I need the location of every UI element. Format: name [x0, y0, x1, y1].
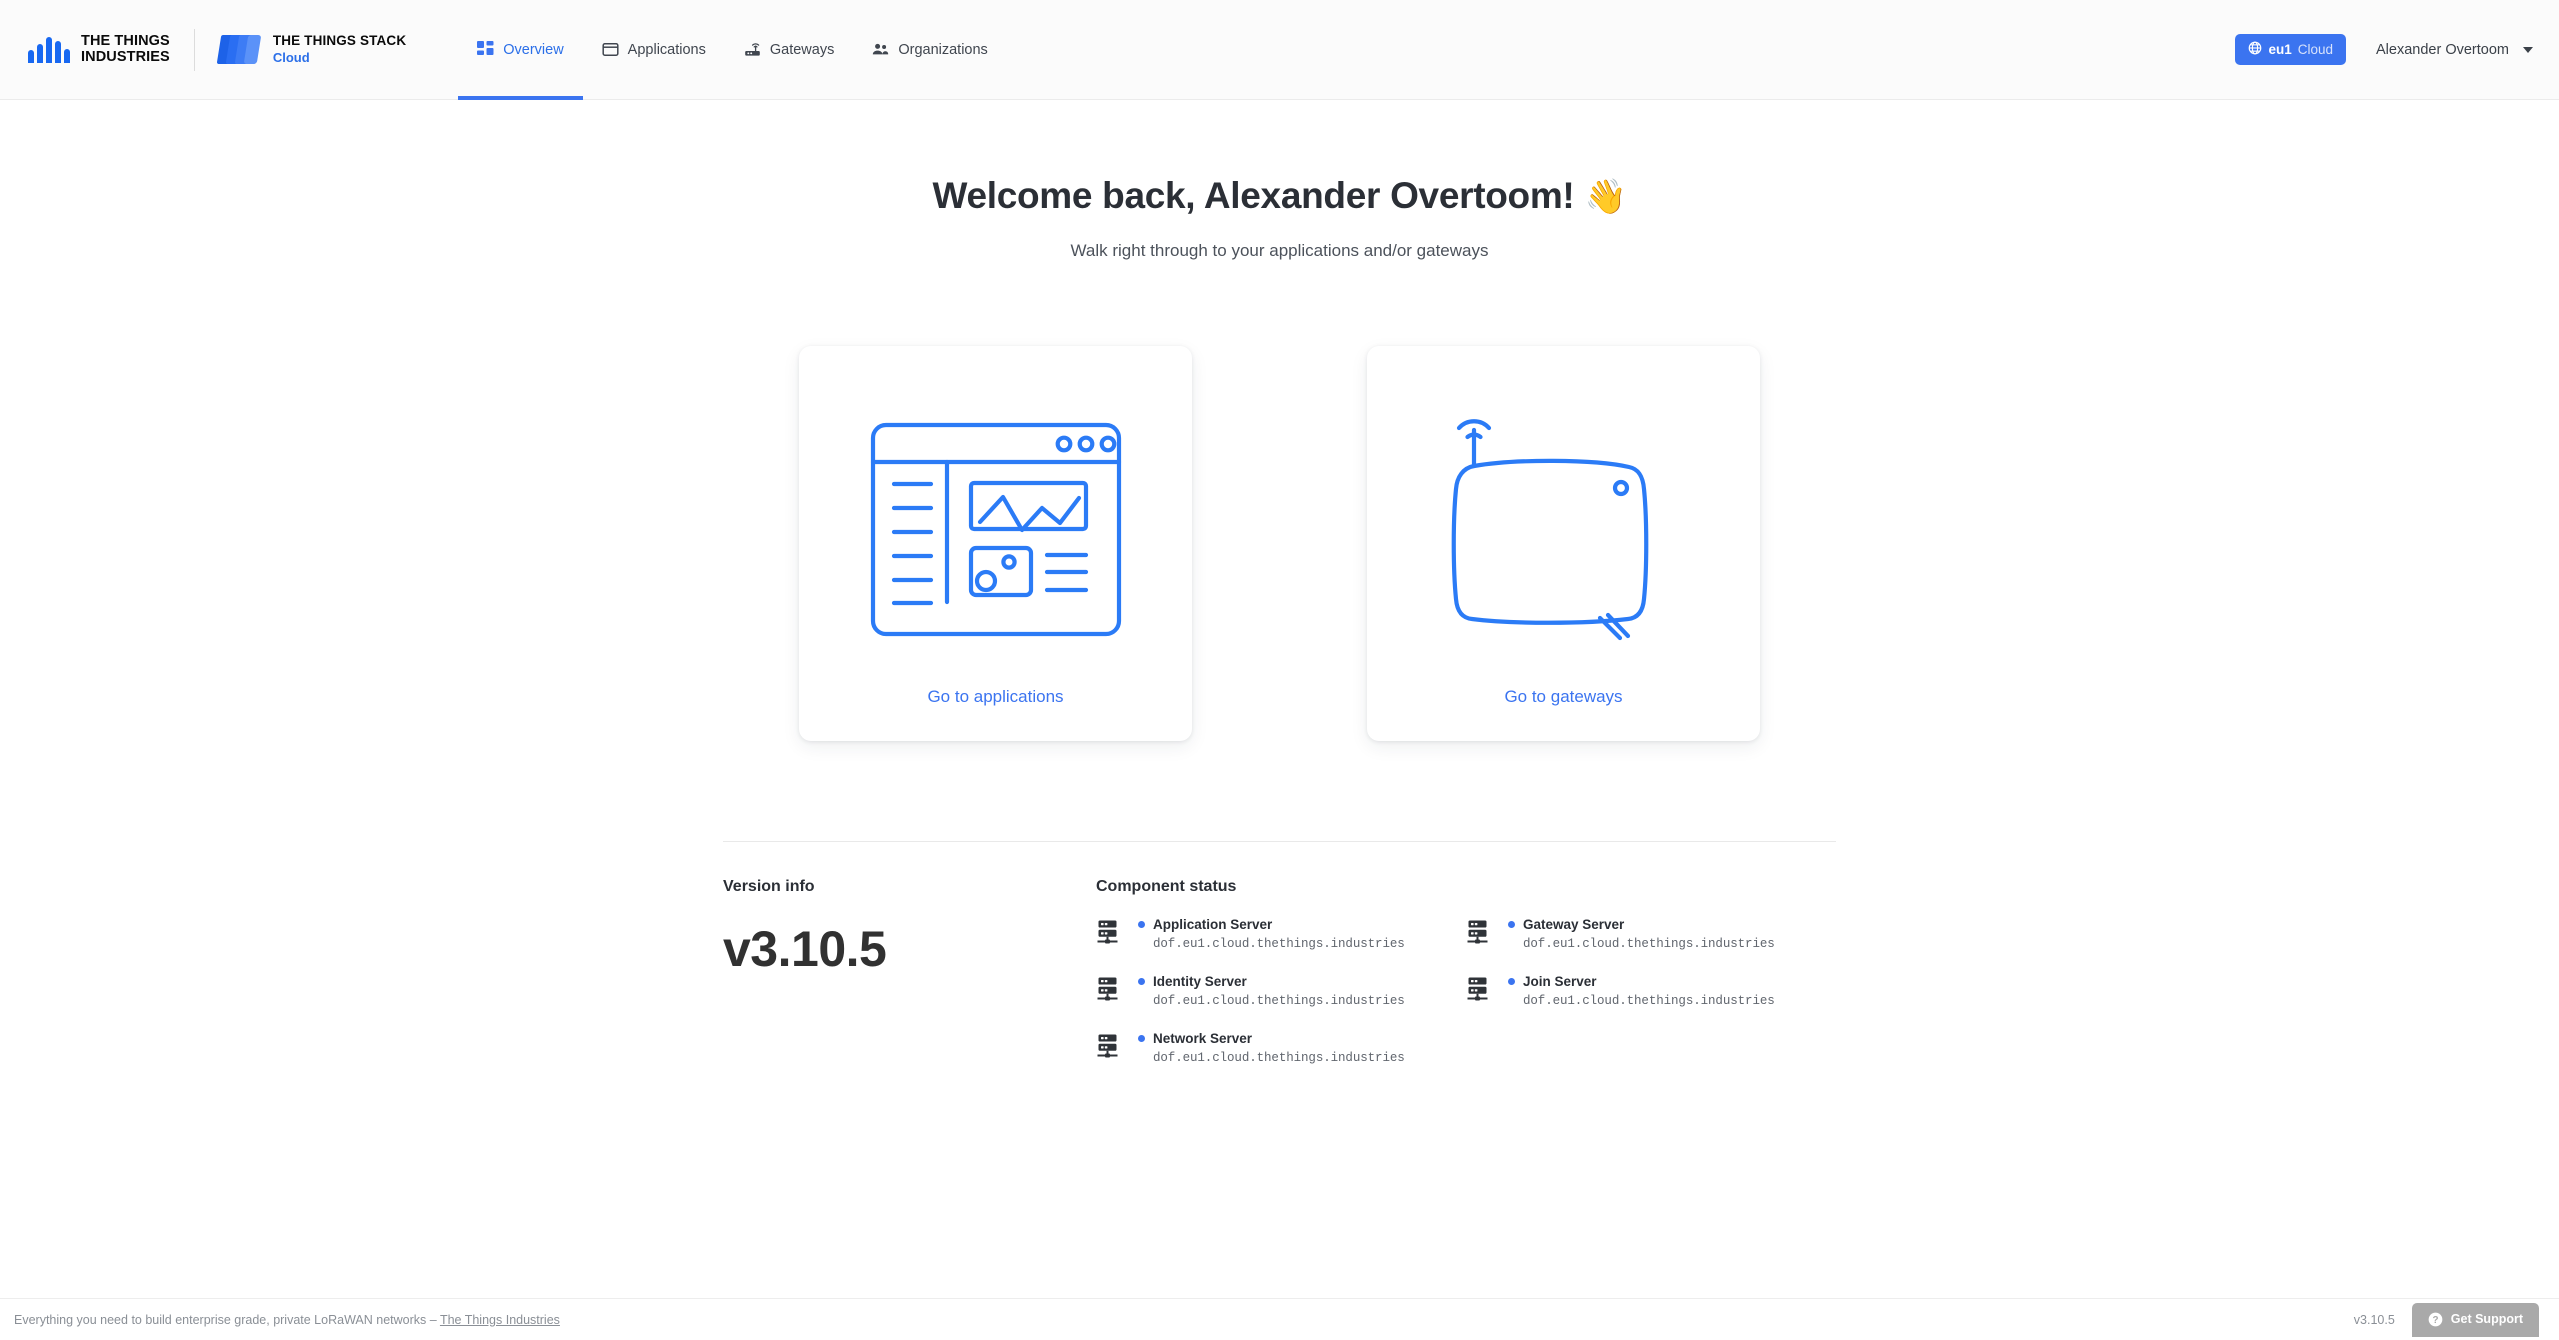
component-name: Join Server: [1523, 974, 1597, 989]
info-section-wrap: Version info v3.10.5 Component status Ap…: [0, 841, 2559, 1065]
component-row: Network Server dof.eu1.cloud.thethings.i…: [1096, 1031, 1466, 1065]
status-indicator-dot: [1138, 1035, 1145, 1042]
component-host: dof.eu1.cloud.thethings.industries: [1153, 1051, 1405, 1065]
stack-text: THE THINGS STACK Cloud: [273, 33, 406, 66]
page-title: Welcome back, Alexander Overtoom! 👋: [0, 175, 2559, 217]
component-details: Application Server dof.eu1.cloud.thethin…: [1138, 917, 1405, 951]
server-icon: [1466, 919, 1495, 948]
user-menu[interactable]: Alexander Overtoom: [2376, 42, 2533, 58]
component-name-row: Join Server: [1508, 974, 1775, 989]
user-name: Alexander Overtoom: [2376, 41, 2509, 58]
component-row: Join Server dof.eu1.cloud.thethings.indu…: [1466, 974, 1836, 1008]
cluster-tier: Cloud: [2297, 42, 2334, 57]
nav-item-applications[interactable]: Applications: [583, 0, 725, 99]
server-icon: [1466, 976, 1495, 1005]
server-icon: [1096, 1033, 1125, 1062]
component-row: Identity Server dof.eu1.cloud.thethings.…: [1096, 974, 1466, 1008]
nav-label-gateways: Gateways: [769, 41, 835, 58]
footer-tagline: Everything you need to build enterprise …: [0, 1313, 560, 1327]
main-nav: Overview Applications Gateways Organizat…: [458, 0, 1007, 100]
router-icon: [744, 41, 761, 58]
people-icon: [872, 41, 889, 58]
gateway-illustration: [1367, 372, 1760, 687]
stack-cards-icon: [216, 34, 262, 65]
server-icon: [1096, 919, 1125, 948]
component-name: Network Server: [1153, 1031, 1253, 1046]
component-host: dof.eu1.cloud.thethings.industries: [1153, 937, 1405, 951]
server-icon: [1096, 976, 1125, 1005]
gateways-card-link[interactable]: Go to gateways: [1504, 687, 1622, 707]
tti-wordmark-line2: INDUSTRIES: [81, 48, 170, 65]
tti-bars-icon: [28, 36, 70, 63]
component-status-grid: Application Server dof.eu1.cloud.thethin…: [1096, 917, 1836, 1065]
brand-block: THE THINGS INDUSTRIES THE THINGS STACK C…: [0, 0, 406, 99]
component-name-row: Network Server: [1138, 1031, 1405, 1046]
component-details: Gateway Server dof.eu1.cloud.thethings.i…: [1508, 917, 1775, 951]
nav-item-organizations[interactable]: Organizations: [853, 0, 1006, 99]
cluster-badge[interactable]: eu1 Cloud: [2235, 34, 2347, 65]
gateways-card[interactable]: Go to gateways: [1367, 346, 1760, 741]
footer-tagline-text: Everything you need to build enterprise …: [14, 1312, 440, 1327]
nav-item-overview[interactable]: Overview: [458, 0, 584, 100]
footer-tagline-link[interactable]: The Things Industries: [440, 1313, 560, 1327]
get-support-label: Get Support: [2450, 1312, 2523, 1326]
nav-label-applications: Applications: [627, 41, 706, 58]
component-name-row: Identity Server: [1138, 974, 1405, 989]
component-name-row: Gateway Server: [1508, 917, 1775, 932]
chevron-down-icon: [2523, 46, 2533, 53]
footer-version: v3.10.5: [2353, 1312, 2395, 1327]
app-header: THE THINGS INDUSTRIES THE THINGS STACK C…: [0, 0, 2559, 100]
component-status-column: Component status Application Server dof.…: [1096, 878, 1836, 1065]
component-status-heading: Component status: [1096, 878, 1237, 895]
brand-divider: [193, 28, 195, 71]
main-content: Welcome back, Alexander Overtoom! 👋 Walk…: [0, 100, 2559, 1065]
component-host: dof.eu1.cloud.thethings.industries: [1153, 994, 1405, 1008]
globe-icon: [2248, 41, 2262, 58]
nav-label-overview: Overview: [503, 41, 564, 58]
applications-card[interactable]: Go to applications: [799, 346, 1192, 741]
component-name: Application Server: [1153, 917, 1273, 932]
status-indicator-dot: [1508, 978, 1515, 985]
shortcut-cards: Go to applications Go to gateways: [0, 346, 2559, 741]
the-things-stack-logo[interactable]: THE THINGS STACK Cloud: [216, 33, 406, 66]
question-circle-icon: ?: [2428, 1312, 2443, 1327]
header-right-cluster: eu1 Cloud Alexander Overtoom: [2235, 34, 2559, 65]
component-name-row: Application Server: [1138, 917, 1405, 932]
component-host: dof.eu1.cloud.thethings.industries: [1523, 994, 1775, 1008]
version-value: v3.10.5: [723, 921, 887, 977]
grid-icon: [477, 41, 494, 58]
tti-wordmark: THE THINGS INDUSTRIES: [81, 32, 170, 65]
component-details: Network Server dof.eu1.cloud.thethings.i…: [1138, 1031, 1405, 1065]
stack-title: THE THINGS STACK: [272, 33, 407, 49]
status-indicator-dot: [1138, 978, 1145, 985]
component-row: Application Server dof.eu1.cloud.thethin…: [1096, 917, 1466, 951]
waving-hand-icon: 👋: [1584, 178, 1627, 216]
welcome-text: Welcome back, Alexander Overtoom!: [932, 175, 1575, 216]
component-details: Identity Server dof.eu1.cloud.thethings.…: [1138, 974, 1405, 1008]
app-footer: Everything you need to build enterprise …: [0, 1298, 2559, 1340]
cluster-region: eu1: [2268, 42, 2292, 57]
status-indicator-dot: [1138, 921, 1145, 928]
component-details: Join Server dof.eu1.cloud.thethings.indu…: [1508, 974, 1775, 1008]
page-subtitle: Walk right through to your applications …: [1070, 241, 1489, 260]
component-name: Identity Server: [1153, 974, 1247, 989]
footer-right-cluster: v3.10.5 ? Get Support: [2354, 1299, 2559, 1340]
the-things-industries-logo[interactable]: THE THINGS INDUSTRIES: [0, 32, 170, 65]
window-icon: [602, 41, 619, 58]
tti-wordmark-line1: THE THINGS: [81, 32, 170, 49]
component-name: Gateway Server: [1523, 917, 1625, 932]
applications-card-link[interactable]: Go to applications: [927, 687, 1063, 707]
version-info-heading: Version info: [723, 878, 815, 895]
stack-subtitle: Cloud: [272, 50, 310, 66]
info-section: Version info v3.10.5 Component status Ap…: [723, 841, 1836, 1065]
applications-illustration: [799, 372, 1192, 687]
nav-item-gateways[interactable]: Gateways: [725, 0, 853, 99]
nav-label-organizations: Organizations: [898, 41, 988, 58]
svg-text:?: ?: [2432, 1314, 2438, 1325]
get-support-button[interactable]: ? Get Support: [2411, 1302, 2539, 1337]
component-host: dof.eu1.cloud.thethings.industries: [1523, 937, 1775, 951]
status-indicator-dot: [1508, 921, 1515, 928]
version-info-column: Version info v3.10.5: [723, 878, 1096, 1065]
component-row: Gateway Server dof.eu1.cloud.thethings.i…: [1466, 917, 1836, 951]
